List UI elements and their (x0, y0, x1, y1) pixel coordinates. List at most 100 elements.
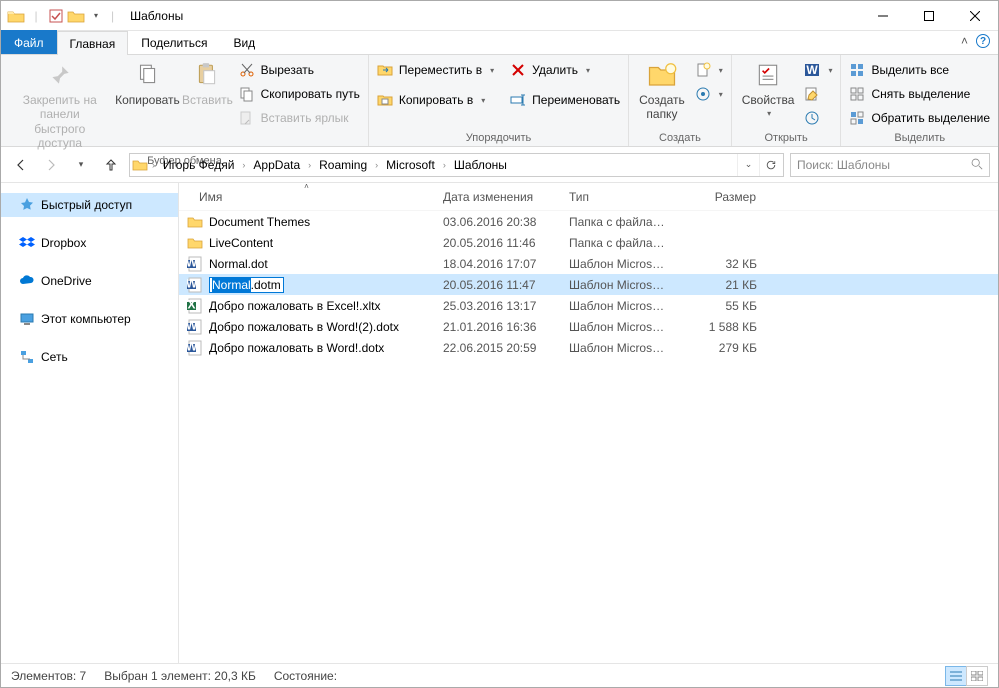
chevron-right-icon[interactable]: › (441, 160, 448, 170)
recent-locations-button[interactable]: ▾ (69, 153, 93, 177)
tab-file[interactable]: Файл (1, 30, 57, 54)
pin-to-quick-access-button[interactable]: Закрепить на панели быстрого доступа (5, 57, 115, 153)
history-button[interactable] (800, 107, 836, 129)
paste-shortcut-button[interactable]: Вставить ярлык (235, 107, 364, 129)
folder-icon (187, 214, 203, 230)
up-button[interactable] (99, 153, 123, 177)
file-row[interactable]: WNormal.dot18.04.2016 17:07Шаблон Micros… (179, 253, 998, 274)
folder-icon (132, 157, 148, 173)
close-button[interactable] (952, 1, 998, 31)
minimize-button[interactable] (860, 1, 906, 31)
tab-share[interactable]: Поделиться (128, 30, 220, 54)
breadcrumb-item[interactable]: Roaming (315, 154, 371, 176)
chevron-right-icon[interactable]: › (306, 160, 313, 170)
new-item-button[interactable]: ▾ (691, 59, 727, 81)
column-name[interactable]: Имя˄ (179, 183, 435, 210)
back-button[interactable] (9, 153, 33, 177)
maximize-button[interactable] (906, 1, 952, 31)
select-all-button[interactable]: Выделить все (845, 59, 994, 81)
chevron-down-icon: ▾ (719, 66, 723, 75)
window-title: Шаблоны (130, 9, 183, 23)
file-type: Шаблон Microsof... (561, 320, 675, 334)
view-switcher (946, 666, 988, 686)
select-all-icon (849, 62, 865, 78)
properties-button[interactable]: Свойства ▾ (736, 57, 801, 121)
thumbnails-view-button[interactable] (966, 666, 988, 686)
svg-text:W: W (187, 256, 198, 270)
chevron-right-icon[interactable]: › (150, 160, 157, 170)
pin-icon (44, 59, 76, 91)
navitem-this-pc[interactable]: Этот компьютер (1, 307, 178, 331)
address-bar[interactable]: › Игорь Федяй› AppData› Roaming› Microso… (129, 153, 784, 177)
paste-icon (191, 59, 223, 91)
open-button[interactable]: W▾ (800, 59, 836, 81)
folder-icon[interactable] (67, 7, 85, 25)
cut-button[interactable]: Вырезать (235, 59, 364, 81)
file-row[interactable]: WNormal.dotm20.05.2016 11:47Шаблон Micro… (179, 274, 998, 295)
content-area: Быстрый доступ Dropbox OneDrive Этот ком… (1, 183, 998, 663)
move-to-button[interactable]: Переместить в▾ (373, 59, 498, 81)
chevron-right-icon[interactable]: › (240, 160, 247, 170)
rename-button[interactable]: Переименовать (506, 89, 624, 111)
navitem-network[interactable]: Сеть (1, 345, 178, 369)
file-name: LiveContent (209, 236, 273, 250)
scissors-icon (239, 62, 255, 78)
copy-button[interactable]: Копировать (115, 57, 181, 109)
svg-text:W: W (187, 340, 198, 354)
file-row[interactable]: WДобро пожаловать в Word!.dotx22.06.2015… (179, 337, 998, 358)
easy-access-button[interactable]: ▾ (691, 83, 727, 105)
paste-button[interactable]: Вставить (180, 57, 234, 109)
file-type: Шаблон Microsof... (561, 257, 675, 271)
tab-home[interactable]: Главная (57, 31, 129, 55)
search-box[interactable]: Поиск: Шаблоны (790, 153, 990, 177)
refresh-button[interactable] (759, 154, 781, 176)
column-date[interactable]: Дата изменения (435, 183, 561, 210)
select-none-button[interactable]: Снять выделение (845, 83, 994, 105)
ribbon-group-organize: Переместить в▾ Копировать в▾ Удалить▾ Пе… (369, 55, 629, 146)
column-type[interactable]: Тип (561, 183, 675, 210)
edit-button[interactable] (800, 83, 836, 105)
svg-text:W: W (187, 277, 198, 291)
folder-icon (7, 7, 25, 25)
breadcrumb-item[interactable]: Игорь Федяй (159, 154, 238, 176)
tab-view[interactable]: Вид (220, 30, 268, 54)
breadcrumb-item[interactable]: AppData (249, 154, 304, 176)
file-list[interactable]: Document Themes03.06.2016 20:38Папка с ф… (179, 211, 998, 663)
new-folder-button[interactable]: Создать папку (633, 57, 691, 124)
properties-icon (752, 59, 784, 91)
file-row[interactable]: WДобро пожаловать в Word!(2).dotx21.01.2… (179, 316, 998, 337)
details-view-button[interactable] (945, 666, 967, 686)
navitem-dropbox[interactable]: Dropbox (1, 231, 178, 255)
file-row[interactable]: Document Themes03.06.2016 20:38Папка с ф… (179, 211, 998, 232)
address-dropdown-button[interactable]: ⌄ (737, 154, 759, 176)
breadcrumb-item[interactable]: Шаблоны (450, 154, 511, 176)
file-row[interactable]: LiveContent20.05.2016 11:46Папка с файла… (179, 232, 998, 253)
breadcrumb-item[interactable]: Microsoft (382, 154, 439, 176)
copy-icon (131, 59, 163, 91)
copy-path-icon (239, 86, 255, 102)
properties-checkbox-icon[interactable] (47, 7, 65, 25)
word-icon: W (187, 277, 203, 293)
invert-selection-button[interactable]: Обратить выделение (845, 107, 994, 129)
navitem-quick-access[interactable]: Быстрый доступ (1, 193, 178, 217)
ribbon-expand-icon[interactable]: ˄ (961, 34, 968, 48)
svg-text:X: X (187, 298, 195, 312)
chevron-right-icon[interactable]: › (373, 160, 380, 170)
qat-dropdown-icon[interactable]: ▾ (87, 7, 105, 25)
delete-button[interactable]: Удалить▾ (506, 59, 624, 81)
ribbon-group-new: Создать папку ▾ ▾ Создать (629, 55, 732, 146)
file-row[interactable]: XДобро пожаловать в Excel!.xltx25.03.201… (179, 295, 998, 316)
new-folder-icon (646, 59, 678, 91)
copy-to-icon (377, 92, 393, 108)
status-state: Состояние: (274, 669, 337, 683)
file-size: 279 КБ (675, 341, 765, 355)
rename-input[interactable]: Normal.dotm (209, 277, 284, 293)
copy-path-button[interactable]: Скопировать путь (235, 83, 364, 105)
search-icon[interactable] (970, 157, 983, 173)
help-icon[interactable]: ? (976, 34, 990, 48)
column-size[interactable]: Размер (675, 183, 765, 210)
forward-button[interactable] (39, 153, 63, 177)
navitem-onedrive[interactable]: OneDrive (1, 269, 178, 293)
copy-to-button[interactable]: Копировать в▾ (373, 89, 498, 111)
quick-access-toolbar: | ▾ | (1, 7, 124, 25)
